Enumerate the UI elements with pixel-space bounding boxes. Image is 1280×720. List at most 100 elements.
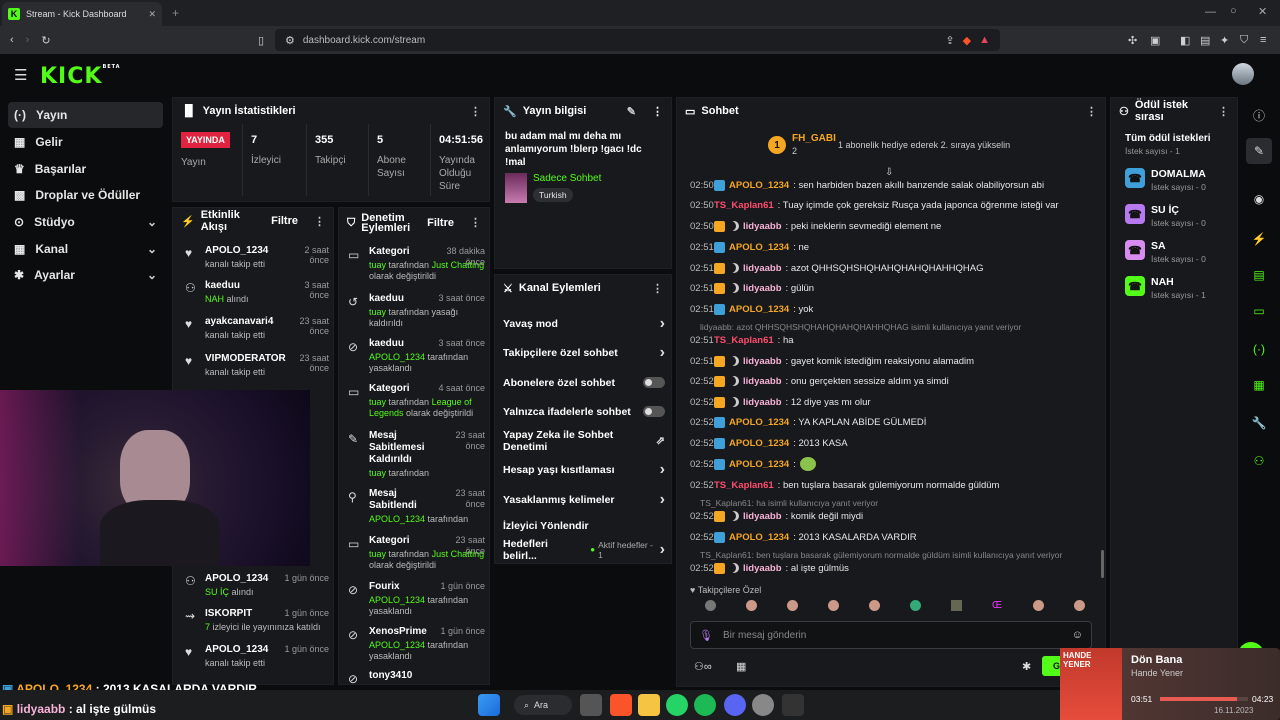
mod-action-item[interactable]: ⊘ XenosPrime 1 gün önce APOLO_1234 tarafınd…: [339, 626, 489, 662]
discord-taskbar-icon[interactable]: [724, 694, 746, 716]
chat-username[interactable]: APOLO_1234: [729, 180, 789, 191]
activity-user[interactable]: ayakcanavari4: [205, 316, 285, 327]
sidebar-toggle-icon[interactable]: ◧: [1180, 34, 1190, 47]
toggle-switch[interactable]: [643, 377, 665, 388]
window-close-icon[interactable]: ✕: [1258, 5, 1267, 18]
task-view-icon[interactable]: [580, 694, 602, 716]
activity-item[interactable]: ♥ APOLO_1234 1 gün önce kanalı takip etti: [173, 644, 333, 678]
mod-action-item[interactable]: ▭ Kategori 23 saat önce tuay tarafından Jus…: [339, 535, 489, 571]
chat-username[interactable]: APOLO_1234: [729, 459, 789, 470]
sidebar-item-gelir[interactable]: ▦ Gelir: [8, 129, 163, 155]
mic-icon[interactable]: 🎙: [699, 629, 713, 642]
chat-username[interactable]: lidyaabb: [743, 356, 782, 367]
chat-username[interactable]: TS_Kaplan61: [714, 335, 774, 346]
document-icon[interactable]: ▤: [1246, 262, 1272, 288]
chat-message[interactable]: 02:52 APOLO_1234: YA KAPLAN ABİDE GÜLMEDİ: [690, 415, 1100, 429]
brave-taskbar-icon[interactable]: [610, 694, 632, 716]
spotify-taskbar-icon[interactable]: [694, 694, 716, 716]
minimize-icon[interactable]: —: [1205, 6, 1216, 18]
sidebar-item-yayin[interactable]: (·) Yayın: [8, 102, 163, 128]
activity-user[interactable]: ISKORPIT: [205, 608, 285, 619]
chat-message[interactable]: 02:52 APOLO_1234:: [690, 457, 1100, 471]
filter-button[interactable]: Filtre: [427, 218, 454, 229]
mod-action-item[interactable]: ⊘ Fourix 1 gün önce APOLO_1234 tarafından y…: [339, 581, 489, 617]
activity-user[interactable]: VIPMODERATOR: [205, 353, 286, 364]
reward-item[interactable]: ☎ DOMALMA İstek sayısı - 0: [1125, 168, 1230, 198]
chat-message[interactable]: 02:52 lidyaabb: komik değil miydi: [690, 509, 1100, 523]
url-field[interactable]: ⚙ dashboard.kick.com/stream ⇪ ◆ ▲: [275, 29, 1000, 51]
emote-bar[interactable]: Œ: [690, 600, 1100, 614]
reward-icon[interactable]: ⚇: [1246, 448, 1272, 474]
sidebar-item-ayarlar[interactable]: ✱ Ayarlar ⌄: [8, 262, 163, 288]
sidebar-item-droplar[interactable]: ▩ Droplar ve Ödüller: [8, 182, 163, 208]
filter-button[interactable]: Filtre: [271, 215, 298, 227]
language-tag[interactable]: Turkish: [533, 188, 573, 202]
more-options-icon[interactable]: ⋮: [314, 215, 325, 228]
hamburger-menu-icon[interactable]: ☰: [14, 66, 27, 84]
stack-icon[interactable]: ▦: [1246, 372, 1272, 398]
channel-action-6[interactable]: Yasaklanmış kelimeler ›: [495, 485, 673, 514]
sidebar-item-basarilar[interactable]: ♛ Başarılar: [8, 156, 163, 182]
chat-icon[interactable]: ▭: [1246, 298, 1272, 324]
chat-message[interactable]: 02:50 TS_Kaplan61: Tuay içimde çok gereks…: [690, 198, 1100, 212]
more-options-icon[interactable]: ⋮: [652, 105, 663, 118]
chat-message[interactable]: 02:51 APOLO_1234: ne: [690, 240, 1100, 254]
more-options-icon[interactable]: ⋮: [1086, 105, 1097, 118]
chat-message[interactable]: 02:51 TS_Kaplan61: ha: [690, 333, 1100, 347]
reward-item[interactable]: ☎ NAH İstek sayısı - 1: [1125, 276, 1230, 306]
chat-message[interactable]: 02:52 lidyaabb: al işte gülmüs: [690, 561, 1100, 575]
chat-input[interactable]: 🎙 Bir mesaj gönderin ☺: [690, 621, 1092, 649]
chat-username[interactable]: lidyaabb: [743, 397, 782, 408]
chat-username[interactable]: APOLO_1234: [729, 438, 789, 449]
activity-item[interactable]: ♥ ayakcanavari4 23 saat önce kanalı takip e…: [173, 316, 333, 350]
edit-layout-icon[interactable]: ✎: [1246, 138, 1272, 164]
activity-item[interactable]: ⚇ APOLO_1234 1 gün önce SU İÇ alındı: [173, 573, 333, 607]
chat-username[interactable]: APOLO_1234: [729, 242, 789, 253]
extensions-icon[interactable]: ✣: [1128, 34, 1137, 47]
explorer-taskbar-icon[interactable]: [638, 694, 660, 716]
store-icon[interactable]: ▦: [736, 660, 746, 673]
chat-username[interactable]: lidyaabb: [743, 376, 782, 387]
scroll-down-icon[interactable]: ⇩: [885, 167, 893, 178]
chat-username[interactable]: lidyaabb: [743, 263, 782, 274]
more-options-icon[interactable]: ⋮: [470, 218, 481, 229]
mod-action-item[interactable]: ⊘ kaeduu 3 saat önce APOLO_1234 tarafından …: [339, 338, 489, 374]
channel-action-5[interactable]: Hesap yaşı kısıtlaması ›: [495, 455, 673, 484]
more-options-icon[interactable]: ⋮: [652, 282, 663, 295]
activity-item[interactable]: ♥ APOLO_1234 2 saat önce kanalı takip etti: [173, 245, 333, 279]
vpn-icon[interactable]: ⛉: [1240, 34, 1248, 47]
brave-rewards-icon[interactable]: ▲: [979, 34, 990, 46]
chat-message[interactable]: 02:51 APOLO_1234: yok: [690, 302, 1100, 316]
chat-message[interactable]: 02:52 TS_Kaplan61: ben tuşlara basarak gü…: [690, 478, 1100, 492]
sidebar-item-studyo[interactable]: ⊙ Stüdyo ⌄: [8, 209, 163, 235]
mod-action-item[interactable]: ▭ Kategori 4 saat önce tuay tarafından Leag…: [339, 383, 489, 419]
avatar[interactable]: [1232, 63, 1254, 85]
chat-username[interactable]: TS_Kaplan61: [714, 480, 774, 491]
channel-action-3[interactable]: Yalnızca ifadelerle sohbet: [495, 397, 673, 426]
reward-item[interactable]: ☎ SU İÇ İstek sayısı - 0: [1125, 204, 1230, 234]
channel-action-1[interactable]: Takipçilere özel sohbet ›: [495, 338, 673, 367]
app-taskbar-icon[interactable]: [782, 694, 804, 716]
chat-username[interactable]: lidyaabb: [743, 511, 782, 522]
obs-taskbar-icon[interactable]: [752, 694, 774, 716]
mod-action-item[interactable]: ✎ Mesaj Sabitlemesi Kaldırıldı 23 saat önc…: [339, 430, 489, 479]
info-icon[interactable]: ⓘ: [1246, 102, 1272, 128]
chat-settings-icon[interactable]: ✱: [1022, 660, 1031, 673]
browser-tab[interactable]: K Stream - Kick Dashboard ✕: [2, 2, 162, 26]
channel-action-4[interactable]: Yapay Zeka ile Sohbet Denetimi ⇗: [495, 426, 673, 455]
more-options-icon[interactable]: ⋮: [470, 105, 481, 118]
chat-message[interactable]: 02:50 APOLO_1234: sen harbiden bazen akıl…: [690, 178, 1100, 192]
close-tab-icon[interactable]: ✕: [148, 9, 156, 20]
reload-icon[interactable]: ↻: [41, 34, 50, 47]
share-icon[interactable]: ⇪: [945, 34, 954, 47]
chat-message[interactable]: 02:52 lidyaabb: onu gerçekten sessize ald…: [690, 374, 1100, 388]
toggle-switch[interactable]: [643, 406, 665, 417]
maximize-icon[interactable]: ○: [1230, 5, 1237, 17]
camera-icon[interactable]: ◉: [1246, 186, 1272, 212]
lightning-icon[interactable]: ⚡: [1246, 226, 1272, 252]
channel-action-8[interactable]: Hedefleri belirl... ● Aktif hedefler - 1 ›: [495, 535, 673, 564]
chat-message[interactable]: 02:52 lidyaabb: 12 diye yas mı olur: [690, 395, 1100, 409]
kick-logo[interactable]: KICKBETA: [40, 64, 121, 89]
activity-user[interactable]: kaeduu: [205, 280, 285, 291]
chat-message[interactable]: 02:51 lidyaabb: gülün: [690, 281, 1100, 295]
